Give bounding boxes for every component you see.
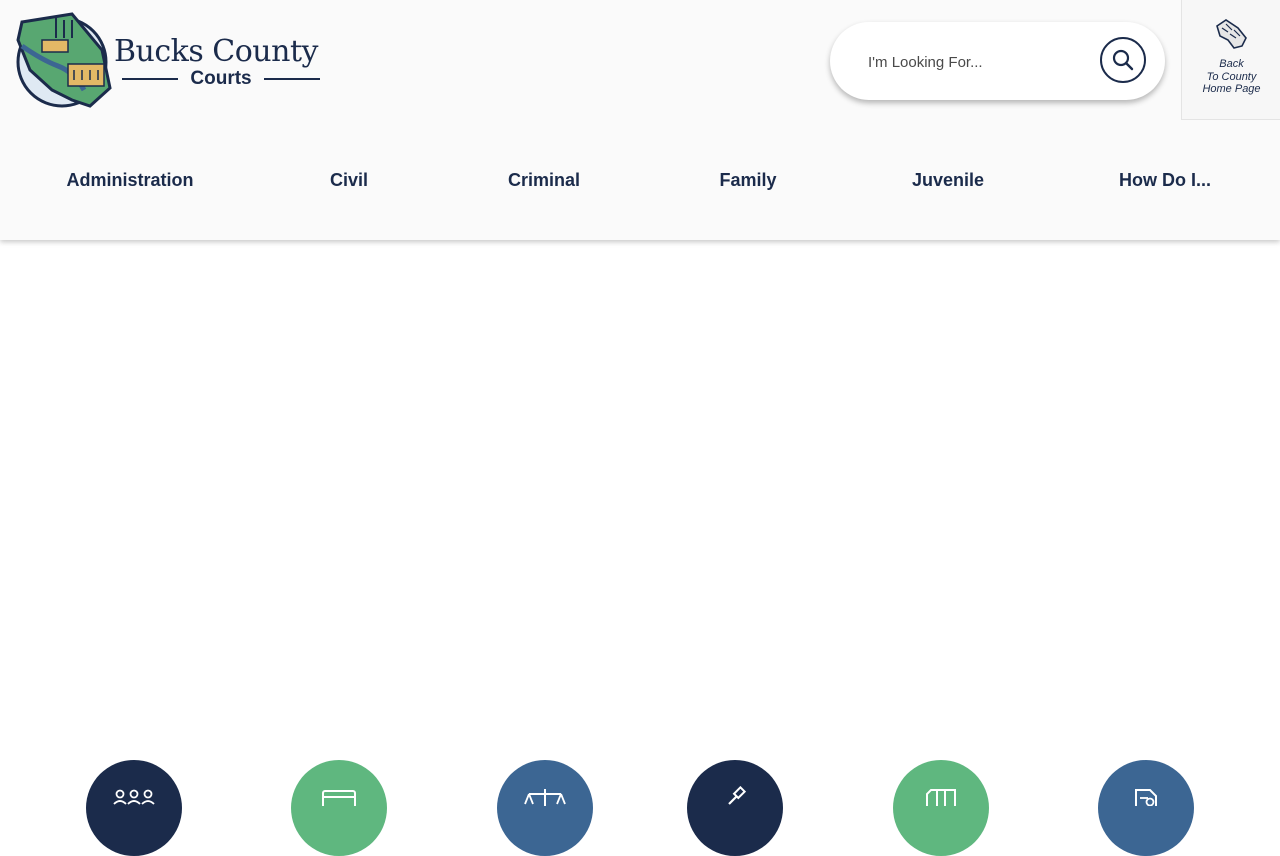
nav-criminal[interactable]: Criminal [508,170,580,191]
site-header: Bucks County Courts Back To County Home … [0,0,1280,240]
nav-administration[interactable]: Administration [66,170,193,191]
quick-link-document[interactable] [1098,760,1194,856]
gavel-icon [728,786,747,805]
quick-link-card[interactable] [291,760,387,856]
main-navigation: Administration Civil Criminal Family Juv… [0,160,1280,204]
back-link-line-1: Back [1219,58,1244,70]
back-link-label: Back To County Home Page [1182,58,1280,96]
nav-civil[interactable]: Civil [330,170,368,191]
card-icon [322,790,356,806]
search-button[interactable] [1100,37,1146,83]
logo-subtitle-row: Courts [122,68,321,90]
quick-link-gavel[interactable] [687,760,783,856]
nav-how-do-i[interactable]: How Do I... [1119,170,1211,191]
logo-divider-left [122,78,179,80]
back-link-line-3: Home Page [1202,83,1261,95]
search-input[interactable] [866,46,1090,78]
document-icon [1135,789,1157,806]
quick-link-building[interactable] [893,760,989,856]
logo-subtitle: Courts [190,68,252,89]
county-map-icon [1216,19,1247,49]
county-seal-icon [16,12,112,108]
back-link-line-2: To County [1206,70,1257,83]
quick-link-people[interactable] [86,760,182,856]
search-box [830,22,1165,100]
quick-link-scales[interactable] [497,760,593,856]
search-icon [1112,49,1134,71]
nav-family[interactable]: Family [719,170,776,191]
back-to-county-home-link[interactable]: Back To County Home Page [1181,0,1280,120]
building-icon [926,789,956,806]
bucks-county-courts-logo[interactable]: Bucks County Courts [12,10,332,112]
logo-divider-right [263,78,321,80]
nav-juvenile[interactable]: Juvenile [912,170,984,191]
people-icon [113,789,155,805]
logo-title: Bucks County [114,34,318,69]
scales-icon [524,789,566,806]
